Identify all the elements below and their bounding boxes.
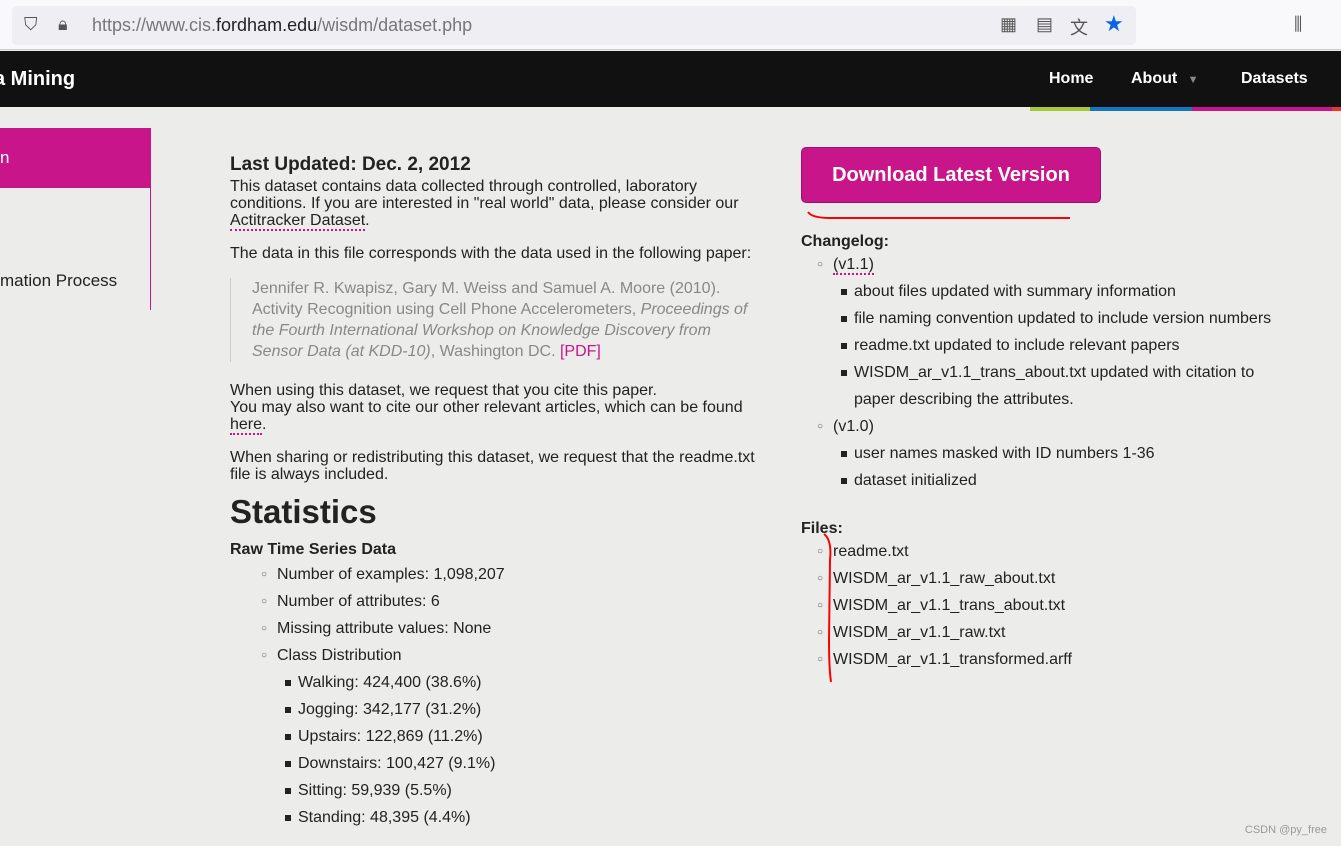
annotation-underline [807,211,1070,219]
annotation-bracket [823,533,832,683]
watermark: CSDN @py_free [1244,824,1327,836]
red-annotations [807,211,1070,683]
